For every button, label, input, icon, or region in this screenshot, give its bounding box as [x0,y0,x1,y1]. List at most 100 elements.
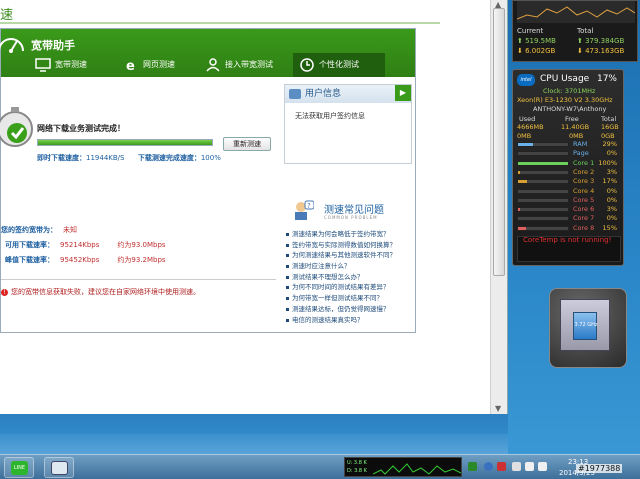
help-icon[interactable] [484,462,493,471]
usage-bar [517,179,569,185]
app-tabs: 宽带测速 e 网页测速 接入带宽测试 个性化测试 [1,53,415,77]
stopwatch-check-icon [0,107,33,147]
tray-green-icon[interactable] [468,462,477,471]
faq-item[interactable]: 测速结果达标，但仍觉得网速慢？ [284,304,412,315]
faq-list: 测速结果为何会略低于签约带宽？ 签约带宽与实际测得数值如何换算？ 为何测速结果与… [284,229,412,325]
usage-bar [517,142,569,147]
error-icon: ! [1,289,8,296]
mem-free: 11.40GB [561,123,590,131]
usage-value: 0% [606,214,617,223]
tray-red-icon[interactable] [497,462,506,471]
usage-label: Core 7 [573,214,595,223]
upload-current: ⬆ 519.5MB [517,37,556,45]
usage-label: Core 5 [573,195,595,204]
faq-header: ? 测速常见问题 COMMON PROBLEM [284,197,412,227]
usage-label: RAM [573,140,588,148]
tab-personalized[interactable]: 个性化测试 [293,53,385,77]
user-info-title: 用户信息 [305,89,342,99]
faq-item[interactable]: 测速结果为何会略低于签约带宽？ [284,229,412,240]
flag-icon[interactable] [512,462,521,471]
mem-used: 4666MB [517,123,544,131]
usage-label: Core 8 [573,223,595,232]
expand-arrow-icon[interactable]: ▶ [395,85,411,101]
usage-bar-fill [518,170,520,174]
mem-header-total: Total [601,115,617,123]
coretemp-status: CoreTemp is not running! [523,236,612,244]
cpu-chip-icon: 3.72 GHz [560,299,610,351]
browser-window: 速 ▲ ▼ 宽带助手 宽带测速 e 网页测速 接入带宽测试 个性化测试 网络下载… [0,0,508,414]
faq-item[interactable]: 电信的测速结果真实吗？ [284,315,412,326]
progress-fill [38,140,212,145]
usage-value: 3% [606,167,617,176]
usage-bar-fill [518,143,533,146]
faq-item[interactable]: 为何不同时间的测试结果有差异？ [284,282,412,293]
broadband-assistant-panel: 宽带助手 宽带测速 e 网页测速 接入带宽测试 个性化测试 网络下载业务测试完成… [0,28,416,333]
cpu-title: CPU Usage [540,74,590,84]
usage-label: Core 4 [573,186,595,195]
faq-item[interactable]: 签约带宽与实际测得数值如何换算？ [284,240,412,251]
user-upload-icon [206,58,220,72]
available-rate: 可用下载速率： 95214Kbps 约为93.0Mbps [5,240,166,250]
download-current-value: 6.002GB [525,47,556,55]
download-progress-bar [37,139,213,146]
usage-value: 100% [598,158,617,167]
vertical-scrollbar[interactable]: ▲ ▼ [490,0,507,414]
peak-kbps: 95452Kbps [60,256,100,264]
available-mbps: 约为93.0Mbps [117,241,166,249]
cpu-user: ANTHONY-W7\Anthony [533,105,607,113]
mem-total: 16GB [601,123,619,131]
faq-item[interactable]: 为何测速结果与其他测速软件不同？ [284,250,412,261]
available-kbps: 95214Kbps [60,241,100,249]
peak-mbps: 约为93.2Mbps [117,256,166,264]
usage-bar [517,160,569,166]
cpu-ghz: 3.72 GHz [574,322,598,328]
tab-web-speed[interactable]: e 网页测速 [117,53,197,77]
mem-header-free: Free [565,115,579,123]
current-label: Current [517,27,544,35]
scrollbar-thumb[interactable] [493,8,505,276]
download-total-value: 473.163GB [585,47,625,55]
test-result-area: 网络下载业务测试完成！ 即时下载速度：11944KB/S 下载测速完成速度：10… [0,77,415,332]
peak-rate: 峰值下载速率： 95452Kbps 约为93.2Mbps [5,255,166,265]
network-icon[interactable] [525,462,534,471]
line-app-icon: LINE [11,461,28,475]
usage-value: 17% [602,177,617,186]
window-app-icon [51,461,68,475]
signed-bandwidth: 您的签约宽带为： 未知 [1,225,77,235]
page-total: 0GB [601,132,615,140]
faq-item[interactable]: 测试结果不理想怎么办？ [284,272,412,283]
faq-item[interactable]: 测速时应注意什么？ [284,261,412,272]
retest-button[interactable]: 重新测速 [223,137,271,151]
tab-label: 网页测速 [143,60,175,69]
tab-label: 个性化测试 [319,60,359,69]
speed-summary: 即时下载速度：11944KB/S 下载测速完成速度：100% [37,153,221,163]
desktop-background [0,414,508,454]
usage-bar [517,207,569,213]
taskbar: LINE U: 3.8 K D: 3.8 K 23:13 2014/3/25 [0,454,640,479]
faq-title: 测速常见问题 [324,205,384,216]
faq-item[interactable]: 为何带宽一样但测试结果不同？ [284,293,412,304]
tab-label: 宽带测速 [55,60,87,69]
usage-value: 0% [606,195,617,204]
instant-speed-label: 即时下载速度： [37,154,86,162]
usage-label: Page [573,149,589,158]
taskbar-line-app[interactable]: LINE [4,457,34,478]
download-total: ⬇ 473.163GB [577,47,625,55]
available-label: 可用下载速率： [5,241,54,249]
warning-message: ! 您的宽带信息获取失败，建议您在自家网络环境中使用测速。 [1,287,200,297]
taskbar-window-app[interactable] [44,457,74,478]
user-info-header: 用户信息 [285,85,411,103]
complete-value: 100% [200,154,221,162]
signed-label: 您的签约宽带为： [1,226,57,234]
usage-value: 15% [602,223,617,232]
total-label: Total [577,27,594,35]
usage-bar [517,151,569,157]
user-card-icon [289,89,301,99]
cpu-frequency-gadget: 3.72 GHz [549,288,627,368]
usage-label: Core 3 [573,177,595,186]
tab-access-bandwidth[interactable]: 接入带宽测试 [199,53,289,77]
tab-broadband-speed[interactable]: 宽带测速 [29,53,111,77]
volume-icon[interactable] [538,462,547,471]
scroll-down-icon[interactable]: ▼ [495,404,501,413]
page-header: 速 [0,0,490,26]
